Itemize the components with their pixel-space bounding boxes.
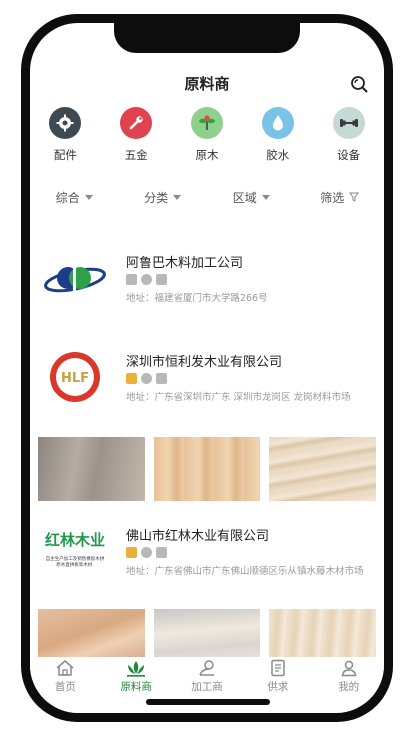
filter-screen[interactable]: 筛选 xyxy=(296,186,385,208)
tab-label: 原料商 xyxy=(120,681,152,693)
filter-label: 综合 xyxy=(55,190,80,205)
category-jiaoshui[interactable]: 胶水 xyxy=(242,107,313,179)
product-photos xyxy=(38,437,377,501)
company-name: 佛山市红林木业有限公司 xyxy=(126,529,270,544)
company-address: 地址：福建省厦门市大学路266号 xyxy=(126,293,268,304)
list-item[interactable]: 红林木业 自主生产加工及销售橡胶木拼 原木直拼板等木材. 佛山市红林木业有限公司… xyxy=(38,523,384,583)
verified-badge-icon xyxy=(141,274,152,285)
badge-row xyxy=(126,373,167,384)
verified-badge-icon xyxy=(141,547,152,558)
product-photo[interactable] xyxy=(38,437,145,501)
vip-badge-icon xyxy=(126,547,137,558)
document-icon xyxy=(271,659,285,677)
tab-processors[interactable]: 加工商 xyxy=(172,657,243,697)
company-logo xyxy=(38,250,112,306)
product-photo[interactable] xyxy=(269,609,377,657)
factory-icon xyxy=(199,660,214,676)
user-icon xyxy=(341,660,356,677)
shield-icon xyxy=(156,274,167,285)
gear-icon xyxy=(49,107,82,139)
funnel-icon xyxy=(349,192,360,202)
list-item[interactable]: 阿鲁巴木料加工公司 地址：福建省厦门市大学路266号 xyxy=(38,250,384,310)
product-photo[interactable] xyxy=(38,609,145,657)
shield-icon xyxy=(156,547,167,558)
home-icon xyxy=(56,660,74,676)
tab-label: 首页 xyxy=(54,681,76,693)
bottom-tab-bar: 首页 原料商 加工商 供求 我的 xyxy=(30,657,384,697)
product-photo[interactable] xyxy=(269,437,377,501)
logo-text: HLF xyxy=(61,371,89,386)
caret-down-icon xyxy=(84,194,93,200)
phone-frame: 原料商 配件 五金 原木 胶水 设备 综合 分类 区域 筛选 阿鲁巴木料加工公司… xyxy=(21,14,393,722)
tab-profile[interactable]: 我的 xyxy=(313,657,384,697)
company-name: 阿鲁巴木料加工公司 xyxy=(126,256,244,271)
search-icon[interactable] xyxy=(350,75,368,93)
home-indicator[interactable] xyxy=(146,699,270,705)
category-shebei[interactable]: 设备 xyxy=(313,107,384,179)
list-item[interactable]: HLF 深圳市恒利发木业有限公司 地址：广东省深圳市广东 深圳市龙岗区 龙岗材料… xyxy=(38,349,384,409)
lotus-icon xyxy=(127,661,146,677)
company-logo: HLF xyxy=(38,349,112,405)
tab-label: 我的 xyxy=(338,681,360,693)
vip-badge-icon xyxy=(126,373,137,384)
vip-badge-icon xyxy=(126,274,137,285)
tab-supply-demand[interactable]: 供求 xyxy=(242,657,313,697)
filter-label: 分类 xyxy=(144,190,169,205)
product-photo[interactable] xyxy=(153,609,261,657)
company-logo: 红林木业 自主生产加工及销售橡胶木拼 原木直拼板等木材. xyxy=(38,523,112,579)
tab-label: 供求 xyxy=(267,681,289,693)
filter-region[interactable]: 区域 xyxy=(207,186,296,208)
wrench-icon xyxy=(120,107,153,139)
category-grid: 配件 五金 原木 胶水 设备 xyxy=(30,107,384,179)
category-label: 配件 xyxy=(53,148,77,162)
category-label: 设备 xyxy=(337,148,361,162)
dumbbell-icon xyxy=(332,107,365,139)
verified-badge-icon xyxy=(141,373,152,384)
category-wujin[interactable]: 五金 xyxy=(101,107,172,179)
badge-row xyxy=(126,547,167,558)
company-name: 深圳市恒利发木业有限公司 xyxy=(126,355,283,370)
shield-icon xyxy=(156,373,167,384)
filter-label: 筛选 xyxy=(320,190,345,205)
category-peijian[interactable]: 配件 xyxy=(30,107,101,179)
product-photo[interactable] xyxy=(153,437,261,501)
category-label: 胶水 xyxy=(266,148,290,162)
category-label: 五金 xyxy=(124,148,148,162)
tab-suppliers[interactable]: 原料商 xyxy=(101,657,172,697)
filter-label: 区域 xyxy=(232,190,257,205)
product-photos xyxy=(38,609,377,657)
app-screen: 原料商 配件 五金 原木 胶水 设备 综合 分类 区域 筛选 阿鲁巴木料加工公司… xyxy=(30,23,384,713)
droplet-icon xyxy=(261,107,294,139)
tab-home[interactable]: 首页 xyxy=(30,657,101,697)
filter-sort[interactable]: 综合 xyxy=(30,186,119,208)
tab-label: 加工商 xyxy=(191,681,223,693)
nav-bar: 原料商 xyxy=(30,67,384,101)
device-notch xyxy=(114,23,300,53)
caret-down-icon xyxy=(261,194,270,200)
category-yuanmu[interactable]: 原木 xyxy=(172,107,243,179)
caret-down-icon xyxy=(173,194,182,200)
category-label: 原木 xyxy=(195,148,219,162)
page-title: 原料商 xyxy=(184,75,230,93)
sapling-icon xyxy=(190,107,223,139)
filter-category[interactable]: 分类 xyxy=(119,186,208,208)
filter-bar: 综合 分类 区域 筛选 xyxy=(30,186,384,208)
badge-row xyxy=(126,274,167,285)
company-address: 地址：广东省深圳市广东 深圳市龙岗区 龙岗材料市场 xyxy=(126,392,351,403)
logo-text: 红林木业 xyxy=(44,531,105,549)
supplier-list: 阿鲁巴木料加工公司 地址：福建省厦门市大学路266号 HLF 深圳市恒利发木业有… xyxy=(30,221,384,657)
company-address: 地址：广东省佛山市广东佛山顺德区乐从镇水藤木材市场 xyxy=(126,566,364,577)
logo-subtext: 自主生产加工及销售橡胶木拼 原木直拼板等木材. xyxy=(45,557,105,568)
